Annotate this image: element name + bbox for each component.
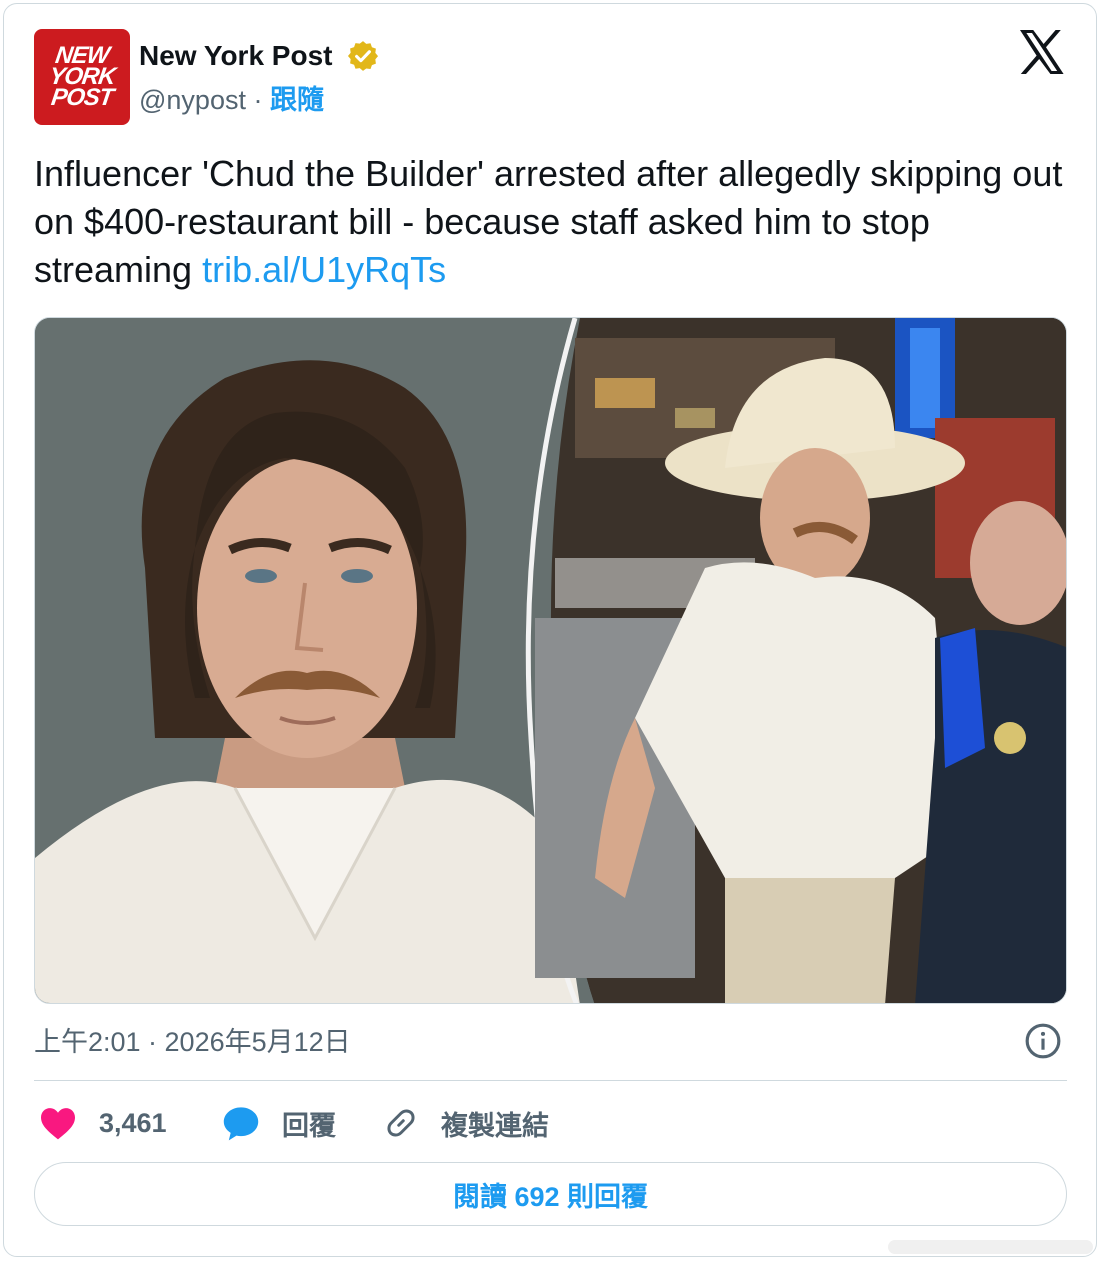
media-composite <box>35 318 1066 1003</box>
separator: · <box>245 85 270 115</box>
display-name[interactable]: New York Post <box>139 38 332 74</box>
copy-link-label: 複製連結 <box>441 1110 549 1141</box>
info-icon[interactable] <box>1024 1022 1062 1060</box>
read-replies-button[interactable]: 閱讀 692 則回覆 <box>34 1162 1067 1226</box>
tweet-body: Influencer 'Chud the Builder' arrested a… <box>34 153 1063 290</box>
x-logo-icon[interactable] <box>1018 30 1066 74</box>
street-image <box>535 318 1066 1003</box>
logo-line-3: POST <box>49 84 115 111</box>
handle[interactable]: @nypost <box>139 85 246 115</box>
link-icon <box>387 1109 415 1137</box>
heart-icon <box>41 1108 75 1140</box>
timestamp[interactable]: 上午2:01 · 2026年5月12日 <box>34 1022 351 1062</box>
reply-button[interactable]: 回覆 <box>222 1100 336 1146</box>
like-count: 3,461 <box>99 1107 167 1138</box>
speech-bubble-icon <box>223 1107 259 1141</box>
tweet-text: Influencer 'Chud the Builder' arrested a… <box>34 150 1074 294</box>
avatar[interactable]: NEW YORK POST <box>34 29 130 125</box>
tweet-media[interactable] <box>34 317 1067 1004</box>
like-button[interactable]: 3,461 <box>39 1100 167 1146</box>
divider <box>34 1080 1067 1081</box>
handle-row: @nypost · 跟隨 <box>139 82 324 118</box>
verified-badge-icon <box>347 41 379 71</box>
mugshot-image <box>35 318 595 1003</box>
follow-button[interactable]: 跟隨 <box>270 85 324 115</box>
watermark <box>888 1240 1093 1254</box>
copy-link-button[interactable]: 複製連結 <box>383 1100 549 1146</box>
reply-label: 回覆 <box>282 1110 336 1141</box>
tweet-link[interactable]: trib.al/U1yRqTs <box>202 249 446 290</box>
